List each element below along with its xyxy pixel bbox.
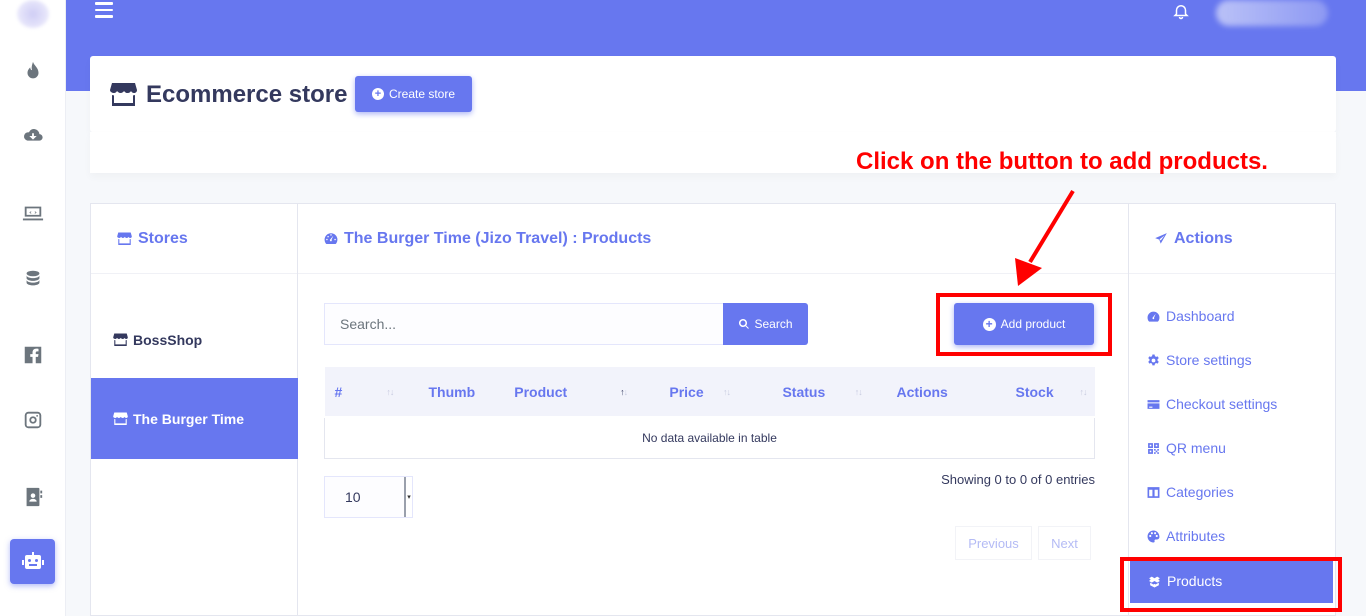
column-header-product[interactable]: Product ↑↓	[502, 367, 636, 418]
logo[interactable]	[17, 0, 49, 28]
search-button-label: Search	[754, 317, 793, 331]
create-store-label: Create store	[388, 87, 456, 101]
column-header-actions: Actions	[869, 367, 975, 418]
products-table: # ↑↓ Thumb Product ↑↓ Price ↑↓ Status ↑↓ Act…	[324, 367, 1095, 459]
action-label: QR menu	[1166, 440, 1226, 456]
store-item-the-burger-time[interactable]: The Burger Time	[91, 378, 298, 459]
store-item-label: BossShop	[133, 331, 203, 348]
action-label: Attributes	[1166, 528, 1226, 544]
plus-circle-icon: +	[371, 88, 384, 100]
store-item-bossshop[interactable]: BossShop	[91, 299, 298, 380]
products-header: The Burger Time (Jizo Travel) : Products	[298, 204, 1128, 274]
action-dashboard[interactable]: Dashboard	[1147, 308, 1235, 324]
page-length-value: 10	[345, 489, 361, 505]
qrcode-icon	[1148, 442, 1159, 454]
action-label: Checkout settings	[1166, 396, 1278, 412]
table-header-row: # ↑↓ Thumb Product ↑↓ Price ↑↓ Status ↑↓ Act…	[324, 367, 1095, 418]
search-input[interactable]: Search...	[324, 303, 724, 345]
page-title: Ecommerce store	[146, 81, 348, 108]
highlight-box-products	[1120, 557, 1342, 612]
next-page-button[interactable]: Next	[1038, 526, 1091, 560]
products-title: The Burger Time (Jizo Travel) : Products	[344, 229, 652, 247]
empty-table-message: No data available in table	[324, 416, 1095, 459]
store-management-panel: Stores BossShop The Burger Time The Burg…	[90, 203, 1336, 616]
table-info-text: Showing 0 to 0 of 0 entries	[941, 472, 1095, 487]
actions-header: Actions	[1129, 204, 1335, 274]
store-icon	[117, 232, 132, 245]
action-label: Dashboard	[1166, 308, 1235, 324]
select-arrow-icon: ▾	[404, 477, 412, 517]
store-icon	[113, 412, 128, 425]
products-column: The Burger Time (Jizo Travel) : Products…	[298, 204, 1129, 616]
paper-plane-icon	[1155, 232, 1167, 244]
hamburger-menu-icon[interactable]	[95, 2, 113, 20]
action-qr-menu[interactable]: QR menu	[1147, 440, 1226, 456]
column-header-price[interactable]: Price ↑↓	[635, 367, 738, 418]
column-header-status[interactable]: Status ↑↓	[737, 367, 870, 418]
store-icon	[113, 333, 128, 346]
cloud-download-icon[interactable]	[19, 122, 47, 150]
action-attributes[interactable]: Attributes	[1147, 528, 1225, 544]
search-button[interactable]: Search	[723, 303, 808, 345]
table-row: No data available in table	[324, 416, 1095, 459]
gauge-icon	[324, 233, 338, 245]
facebook-icon[interactable]	[19, 341, 47, 369]
actions-column: Actions Dashboard Store settings Checkou…	[1129, 204, 1335, 616]
search-icon	[739, 318, 750, 329]
store-item-label: The Burger Time	[133, 410, 244, 427]
store-icon	[110, 82, 137, 106]
instagram-icon[interactable]	[19, 406, 47, 434]
column-header-number[interactable]: # ↑↓	[324, 367, 402, 418]
gear-icon	[1148, 354, 1159, 365]
palette-icon	[1147, 530, 1160, 542]
create-store-button[interactable]: + Create store	[355, 76, 472, 112]
tutorial-annotation-text: Click on the button to add products.	[856, 148, 1268, 175]
stores-header: Stores	[91, 204, 297, 274]
laptop-code-icon[interactable]	[19, 199, 47, 227]
gauge-icon	[1147, 311, 1160, 322]
stores-title: Stores	[138, 229, 188, 247]
stores-column: Stores BossShop The Burger Time	[91, 204, 298, 616]
previous-page-button[interactable]: Previous	[955, 526, 1032, 560]
column-header-stock[interactable]: Stock ↑↓	[974, 367, 1095, 418]
robot-icon[interactable]	[10, 539, 55, 584]
action-store-settings[interactable]: Store settings	[1147, 352, 1252, 368]
action-label: Categories	[1166, 484, 1234, 500]
page-length-select[interactable]: 10 ▾	[324, 476, 413, 518]
coins-icon[interactable]	[19, 265, 47, 293]
actions-title: Actions	[1174, 229, 1233, 247]
column-header-thumb: Thumb	[401, 367, 503, 418]
action-categories[interactable]: Categories	[1147, 484, 1234, 500]
highlight-box-add-product	[936, 293, 1112, 356]
bell-icon[interactable]	[1172, 1, 1192, 23]
icon-sidebar	[0, 0, 66, 616]
address-book-icon[interactable]	[19, 483, 47, 511]
page-header-card: Ecommerce store + Create store	[90, 56, 1336, 132]
action-checkout-settings[interactable]: Checkout settings	[1147, 396, 1277, 412]
user-profile-menu[interactable]	[1216, 0, 1328, 26]
columns-icon	[1147, 486, 1160, 498]
fire-icon[interactable]	[19, 57, 47, 85]
credit-card-icon	[1147, 399, 1160, 409]
action-label: Store settings	[1166, 352, 1252, 368]
